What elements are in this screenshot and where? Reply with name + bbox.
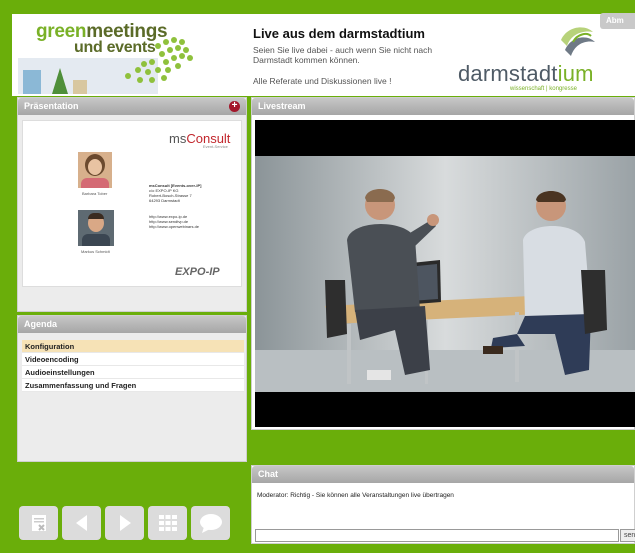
send-button[interactable]: sen bbox=[620, 529, 635, 542]
slide-links: http://www.expo-ip.de http://www.sendtvp… bbox=[149, 214, 200, 229]
page-description: Seien Sie live dabei - auch wenn Sie nic… bbox=[253, 45, 433, 65]
speech-bubble-icon bbox=[199, 514, 222, 533]
presentation-panel: Präsentation + msConsult Event-Service B… bbox=[17, 97, 247, 312]
agenda-item[interactable]: Videoencoding bbox=[22, 353, 244, 366]
presentation-header: Präsentation bbox=[18, 98, 246, 115]
person1-name: Barbara Tober bbox=[82, 191, 108, 196]
video-frame bbox=[255, 156, 635, 392]
chat-panel: Chat Moderator: Richtig - Sie können all… bbox=[251, 465, 635, 544]
agenda-header: Agenda bbox=[18, 316, 246, 333]
grid-icon bbox=[158, 515, 177, 531]
agenda-item[interactable]: Konfiguration bbox=[22, 340, 244, 353]
greenmeetings-logo: greenmeetings und events bbox=[18, 18, 246, 94]
agenda-item[interactable]: Zusammenfassung und Fragen bbox=[22, 379, 244, 392]
grid-button[interactable] bbox=[148, 506, 187, 540]
chat-header: Chat bbox=[252, 466, 634, 483]
person1-photo bbox=[78, 152, 112, 188]
venue-logo: darmstadtium bbox=[458, 61, 594, 86]
chat-input[interactable] bbox=[255, 529, 619, 542]
logo-title: greenmeetings bbox=[36, 21, 168, 42]
page-description-2: Alle Referate und Diskussionen live ! bbox=[253, 76, 392, 86]
next-button[interactable] bbox=[105, 506, 144, 540]
chat-title: Chat bbox=[258, 469, 278, 479]
agenda-list: Konfiguration Videoencoding Audioeinstel… bbox=[22, 340, 244, 392]
previous-button[interactable] bbox=[62, 506, 101, 540]
video-player[interactable] bbox=[255, 120, 635, 427]
header: greenmeetings und events Live aus dem da… bbox=[12, 14, 635, 96]
slide-footer-brand: EXPO-IP bbox=[175, 266, 220, 278]
agenda-title: Agenda bbox=[24, 319, 58, 329]
next-icon bbox=[119, 515, 131, 531]
plus-icon[interactable]: + bbox=[229, 101, 240, 112]
presentation-slide: msConsult Event-Service Barbara Tober Ma… bbox=[22, 120, 242, 287]
chat-message: Moderator: Richtig - Sie können alle Ver… bbox=[257, 492, 454, 499]
agenda-item[interactable]: Audioeinstellungen bbox=[22, 366, 244, 379]
person2-photo bbox=[78, 210, 114, 246]
page-title: Live aus dem darmstadtium bbox=[253, 26, 425, 41]
livestream-header: Livestream bbox=[252, 98, 634, 115]
livestream-panel: Livestream bbox=[251, 97, 635, 430]
venue-subtitle: wissenschaft | kongresse bbox=[510, 86, 577, 92]
logo-subtitle: und events bbox=[74, 39, 156, 56]
chat-toggle-button[interactable] bbox=[191, 506, 230, 540]
livestream-title: Livestream bbox=[258, 101, 306, 111]
slide-brand-tag: Event-Service bbox=[203, 144, 228, 149]
presentation-title: Präsentation bbox=[24, 101, 79, 111]
document-close-icon bbox=[31, 515, 46, 531]
previous-icon bbox=[75, 515, 87, 531]
document-close-button[interactable] bbox=[19, 506, 58, 540]
person2-name: Markus Schmidt bbox=[81, 249, 110, 254]
logout-button[interactable]: Abm bbox=[600, 13, 635, 29]
darmstadtium-logo-icon bbox=[561, 27, 595, 56]
agenda-panel: Agenda Konfiguration Videoencoding Audio… bbox=[17, 315, 247, 462]
slide-company-info: msConsult [Events-over-IP] c/o EXPO-IP K… bbox=[149, 183, 202, 203]
